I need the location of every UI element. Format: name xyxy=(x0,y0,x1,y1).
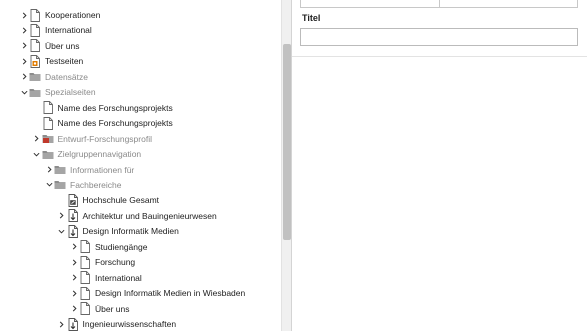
chevron-down-icon[interactable] xyxy=(44,177,54,192)
tree-node[interactable]: Über uns xyxy=(19,38,80,53)
chevron-right-icon[interactable] xyxy=(19,8,29,23)
folder-icon[interactable] xyxy=(54,178,66,191)
tree-node-label[interactable]: Entwurf-Forschungsprofil xyxy=(58,134,152,144)
link-page-icon[interactable] xyxy=(67,224,79,238)
chevron-right-icon[interactable] xyxy=(19,23,29,38)
tree-node[interactable]: Über uns xyxy=(69,301,130,316)
chevron-right-icon[interactable] xyxy=(57,317,67,331)
page-icon[interactable] xyxy=(79,286,91,300)
tree-node[interactable]: Informationen für xyxy=(44,162,134,177)
tree-node[interactable]: Testseiten xyxy=(19,54,83,69)
tree-node[interactable]: Kooperationen xyxy=(19,8,100,23)
page-special-icon[interactable] xyxy=(29,54,41,68)
link-page-icon[interactable] xyxy=(67,317,79,331)
chevron-right-icon[interactable] xyxy=(19,69,29,84)
tree-node-label[interactable]: Name des Forschungsprojekts xyxy=(58,118,173,128)
tree-node-label[interactable]: Zielgruppennavigation xyxy=(58,149,142,159)
tree-node[interactable]: Design Informatik Medien xyxy=(57,224,179,239)
page-icon[interactable] xyxy=(42,116,54,130)
top-field-row xyxy=(300,0,578,8)
chevron-down-icon[interactable] xyxy=(57,224,67,239)
tree-node[interactable]: Spezialseiten xyxy=(19,85,96,100)
scrollbar-thumb[interactable] xyxy=(283,44,291,240)
tree-node-label[interactable]: Studiengänge xyxy=(95,242,147,252)
tree-node[interactable]: Name des Forschungsprojekts xyxy=(32,116,173,131)
tree-node-label[interactable]: Datensätze xyxy=(45,72,88,82)
chevron-right-icon[interactable] xyxy=(69,255,79,270)
title-label: Titel xyxy=(302,13,321,23)
tree-node-label[interactable]: Forschung xyxy=(95,257,135,267)
tree-node-label[interactable]: Spezialseiten xyxy=(45,87,96,97)
page-icon[interactable] xyxy=(29,23,41,37)
chevron-right-icon[interactable] xyxy=(19,54,29,69)
tree-node-label[interactable]: International xyxy=(45,25,92,35)
tree-node-label[interactable]: International xyxy=(95,273,142,283)
tree-node-label[interactable]: Hochschule Gesamt xyxy=(83,195,160,205)
tree-node[interactable]: Datensätze xyxy=(19,69,88,84)
chevron-right-icon[interactable] xyxy=(32,131,42,146)
tree-node-label[interactable]: Design Informatik Medien xyxy=(83,226,179,236)
tree-node-label[interactable]: Informationen für xyxy=(70,165,134,175)
page-icon[interactable] xyxy=(79,271,91,285)
tree-node[interactable]: International xyxy=(69,270,142,285)
tree-node[interactable]: Name des Forschungsprojekts xyxy=(32,100,173,115)
tree-node-label[interactable]: Architektur und Bauingenieurwesen xyxy=(83,211,217,221)
chevron-down-icon[interactable] xyxy=(19,85,29,100)
chevron-right-icon[interactable] xyxy=(69,239,79,254)
page-icon[interactable] xyxy=(42,101,54,115)
tree-node-label[interactable]: Design Informatik Medien in Wiesbaden xyxy=(95,288,245,298)
tree-node[interactable]: Fachbereiche xyxy=(44,177,122,192)
tree-node-label[interactable]: Ingenieurwissenschaften xyxy=(83,319,177,329)
tree-node[interactable]: Ingenieurwissenschaften xyxy=(57,317,177,331)
tree-node[interactable]: Studiengänge xyxy=(69,239,147,254)
tree-node-label[interactable]: Name des Forschungsprojekts xyxy=(58,103,173,113)
panel-separator xyxy=(292,56,587,57)
title-input[interactable] xyxy=(300,28,578,46)
folder-icon[interactable] xyxy=(54,163,66,176)
tree-node[interactable]: International xyxy=(19,23,92,38)
tree-node[interactable]: Forschung xyxy=(69,255,135,270)
page-icon[interactable] xyxy=(79,240,91,254)
page-icon[interactable] xyxy=(29,39,41,53)
chevron-right-icon[interactable] xyxy=(69,301,79,316)
folder-icon[interactable] xyxy=(29,86,41,99)
tree-node[interactable]: Architektur und Bauingenieurwesen xyxy=(57,208,217,223)
chevron-right-icon[interactable] xyxy=(19,38,29,53)
tree-node-label[interactable]: Fachbereiche xyxy=(70,180,122,190)
edit-panel: Titel xyxy=(292,0,587,331)
chevron-down-icon[interactable] xyxy=(32,147,42,162)
tree-node-label[interactable]: Testseiten xyxy=(45,56,83,66)
chevron-right-icon[interactable] xyxy=(57,208,67,223)
tree-node-label[interactable]: Kooperationen xyxy=(45,10,100,20)
tree-node-label[interactable]: Über uns xyxy=(95,304,130,314)
tree-node[interactable]: Design Informatik Medien in Wiesbaden xyxy=(69,286,245,301)
link-page-icon[interactable] xyxy=(67,209,79,223)
folder-icon[interactable] xyxy=(42,148,54,161)
tree-node[interactable]: Entwurf-Forschungsprofil xyxy=(32,131,152,146)
page-icon[interactable] xyxy=(79,302,91,315)
page-icon[interactable] xyxy=(79,255,91,269)
chevron-right-icon[interactable] xyxy=(44,162,54,177)
chevron-right-icon[interactable] xyxy=(69,286,79,301)
folder-icon[interactable] xyxy=(29,70,41,83)
tree-node[interactable]: Hochschule Gesamt xyxy=(57,193,160,208)
tree-node-label[interactable]: Über uns xyxy=(45,41,80,51)
folder-red-icon[interactable] xyxy=(42,132,54,145)
chevron-right-icon[interactable] xyxy=(69,270,79,285)
page-tree-panel: Kooperationen International Über uns Testse… xyxy=(0,0,281,331)
page-icon[interactable] xyxy=(29,8,41,22)
tree-node[interactable]: Zielgruppennavigation xyxy=(32,147,142,162)
shortcut-icon[interactable] xyxy=(67,193,79,207)
tree-scrollbar[interactable] xyxy=(281,0,291,331)
top-field-right[interactable] xyxy=(440,0,578,7)
top-field-left[interactable] xyxy=(301,0,440,7)
